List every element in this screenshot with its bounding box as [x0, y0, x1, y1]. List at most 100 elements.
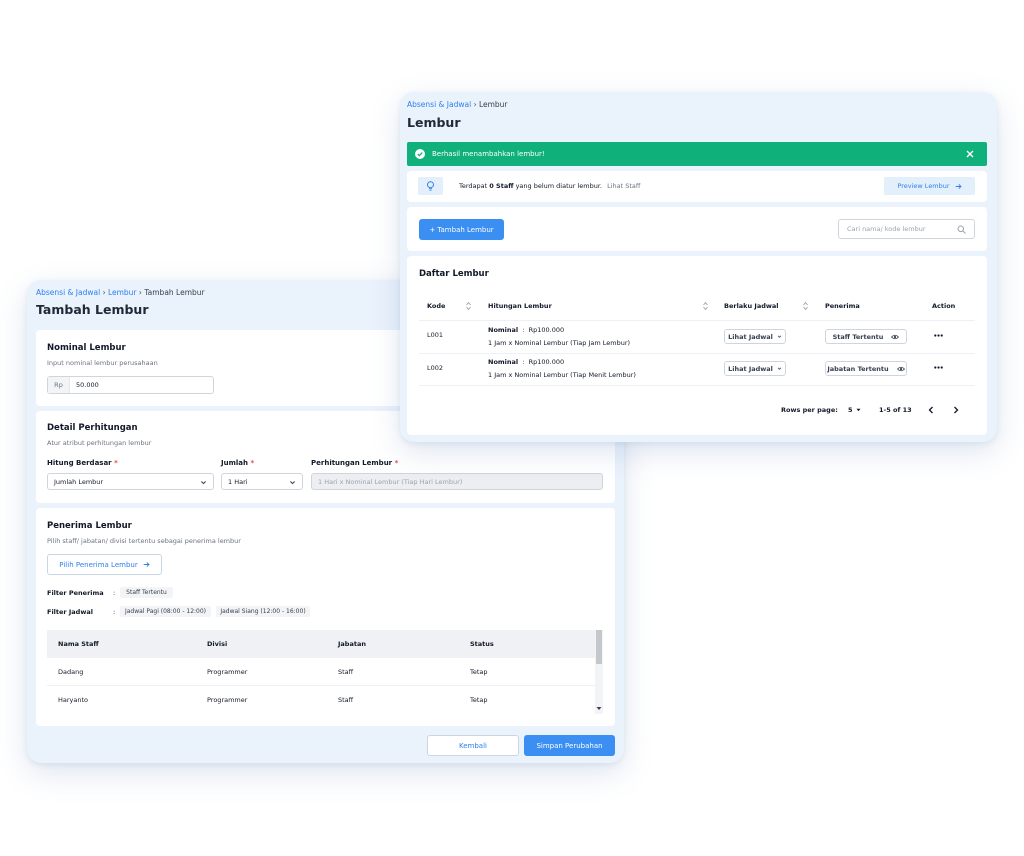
cell-status: Tetap — [470, 668, 488, 676]
cell-nominal: Nominal : Rp100.000 — [488, 358, 565, 366]
perhitungan-value: 1 Hari x Nominal Lembur (Tiap Hari Lembu… — [318, 478, 463, 486]
breadcrumb-current: Tambah Lembur — [144, 288, 205, 297]
simpan-button[interactable]: Simpan Perubahan — [524, 735, 615, 756]
action-bar: + Tambah Lembur Cari nama/ kode lembur — [407, 207, 987, 251]
cell-kode: L001 — [427, 331, 444, 339]
arrow-right-icon — [955, 183, 962, 189]
staff-table: Nama Staff Divisi Jabatan Status Dadang … — [47, 630, 603, 714]
filter-penerima-chip: Staff Tertentu — [120, 587, 173, 598]
column-header-jadwal: Berlaku Jadwal — [724, 302, 779, 310]
rows-per-page-select[interactable]: 5 — [848, 406, 861, 414]
penerima-badge[interactable]: Staff Tertentu — [825, 329, 907, 344]
table-row[interactable]: Dadang Programmer Staff Tetap — [47, 658, 595, 686]
lihat-jadwal-dropdown[interactable]: Lihat Jadwal — [724, 329, 786, 344]
filter-jadwal-chip: Jadwal Pagi (08:00 - 12:00) — [120, 606, 211, 617]
divider — [419, 385, 975, 386]
cell-jabatan: Staff — [338, 668, 354, 676]
table-row[interactable]: Haryanto Programmer Staff Tetap — [47, 686, 595, 714]
more-icon[interactable] — [934, 366, 943, 369]
nominal-subtitle: Input nominal lembur perusahaan — [47, 359, 158, 367]
search-placeholder: Cari nama/ kode lembur — [847, 225, 926, 233]
nominal-value: 50.000 — [76, 381, 99, 389]
tambah-lembur-button[interactable]: + Tambah Lembur — [419, 219, 504, 240]
lihat-staff-link[interactable]: Lihat Staff — [607, 182, 640, 190]
caret-down-icon[interactable] — [596, 706, 602, 711]
column-header: Divisi — [207, 640, 228, 648]
cell-nominal: Nominal : Rp100.000 — [488, 326, 565, 334]
breadcrumb: Absensi & Jadwal › Lembur — [407, 100, 508, 109]
cell-kode: L002 — [427, 364, 444, 372]
daftar-lembur-card: Daftar Lembur Kode Hitungan Lembur Berla… — [407, 256, 987, 435]
jumlah-value: 1 Hari — [228, 478, 248, 486]
chevron-down-icon — [777, 367, 782, 370]
cell-formula: 1 Jam x Nominal Lembur (Tiap Jam Lembur) — [488, 339, 631, 347]
info-card: Terdapat 0 Staff yang belum diatur lembu… — [407, 171, 987, 202]
sort-icon[interactable] — [803, 302, 808, 310]
table-scrollbar[interactable] — [595, 630, 603, 714]
kembali-button[interactable]: Kembali — [427, 735, 519, 756]
chevron-down-icon — [777, 335, 782, 338]
table-row[interactable]: L002 Nominal : Rp100.000 1 Jam x Nominal… — [419, 353, 975, 385]
breadcrumb: Absensi & Jadwal › Lembur › Tambah Lembu… — [36, 288, 205, 297]
column-header-hitungan: Hitungan Lembur — [488, 302, 552, 310]
filter-penerima-label: Filter Penerima — [47, 589, 104, 597]
hitung-label: Hitung Berdasar * — [47, 459, 118, 467]
sort-icon[interactable] — [703, 302, 708, 310]
scrollbar-thumb[interactable] — [596, 630, 602, 664]
preview-lembur-label: Preview Lembur — [897, 182, 950, 190]
penerima-label: Staff Tertentu — [832, 332, 884, 341]
column-header-kode: Kode — [427, 302, 446, 310]
pilih-penerima-button[interactable]: Pilih Penerima Lembur — [47, 554, 162, 575]
preview-lembur-button[interactable]: Preview Lembur — [884, 177, 975, 195]
more-icon[interactable] — [934, 334, 943, 337]
page-title: Tambah Lembur — [36, 302, 149, 317]
rows-per-page-value: 5 — [848, 406, 853, 414]
close-icon[interactable] — [966, 150, 974, 158]
lihat-jadwal-label: Lihat Jadwal — [728, 332, 773, 341]
table-row[interactable]: L001 Nominal : Rp100.000 1 Jam x Nominal… — [419, 321, 975, 353]
lihat-jadwal-dropdown[interactable]: Lihat Jadwal — [724, 361, 786, 376]
filter-jadwal-label: Filter Jadwal — [47, 608, 93, 616]
sort-icon[interactable] — [466, 302, 471, 310]
eye-icon — [896, 366, 905, 371]
cell-divisi: Programmer — [207, 668, 248, 676]
breadcrumb-absensi[interactable]: Absensi & Jadwal — [36, 288, 100, 297]
caret-down-icon — [856, 408, 861, 412]
detail-title: Detail Perhitungan — [47, 423, 138, 433]
penerima-label: Jabatan Tertentu — [827, 364, 889, 373]
lightbulb-icon — [427, 181, 434, 191]
chevron-left-icon[interactable] — [928, 406, 934, 414]
penerima-badge[interactable]: Jabatan Tertentu — [825, 361, 907, 376]
check-circle-icon — [415, 149, 425, 159]
chevron-down-icon — [201, 481, 206, 485]
search-icon — [957, 225, 966, 234]
currency-prefix: Rp — [48, 377, 70, 393]
column-header-penerima: Penerima — [825, 302, 860, 310]
alert-text: Berhasil menambahkan lembur! — [432, 150, 545, 158]
hitung-select[interactable]: Jumlah Lembur — [47, 473, 214, 490]
column-header: Jabatan — [338, 640, 366, 648]
column-header-action: Action — [932, 302, 956, 310]
breadcrumb-lembur[interactable]: Lembur — [108, 288, 137, 297]
search-input[interactable]: Cari nama/ kode lembur — [838, 219, 975, 239]
nominal-input[interactable]: Rp 50.000 — [47, 376, 214, 394]
cell-nama: Haryanto — [58, 696, 89, 704]
chevron-right-icon[interactable] — [953, 406, 959, 414]
jumlah-label: Jumlah * — [221, 459, 255, 467]
rows-per-page-label: Rows per page: — [781, 406, 838, 414]
cell-formula: 1 Jam x Nominal Lembur (Tiap Menit Lembu… — [488, 371, 636, 379]
lihat-jadwal-label: Lihat Jadwal — [728, 364, 773, 373]
jumlah-select[interactable]: 1 Hari — [221, 473, 303, 490]
perhitungan-label: Perhitungan Lembur * — [311, 459, 399, 467]
penerima-subtitle: Pilih staff/ jabatan/ divisi tertentu se… — [47, 537, 241, 545]
list-title: Daftar Lembur — [419, 269, 489, 279]
penerima-title: Penerima Lembur — [47, 521, 132, 531]
eye-icon — [891, 334, 900, 339]
breadcrumb-absensi[interactable]: Absensi & Jadwal — [407, 100, 471, 109]
cell-nama: Dadang — [58, 668, 84, 676]
cell-divisi: Programmer — [207, 696, 248, 704]
page-title: Lembur — [407, 115, 461, 130]
filter-penerima-colon: : — [113, 589, 116, 597]
info-text: Terdapat 0 Staff yang belum diatur lembu… — [459, 182, 641, 190]
table-header: Nama Staff Divisi Jabatan Status — [47, 630, 595, 658]
